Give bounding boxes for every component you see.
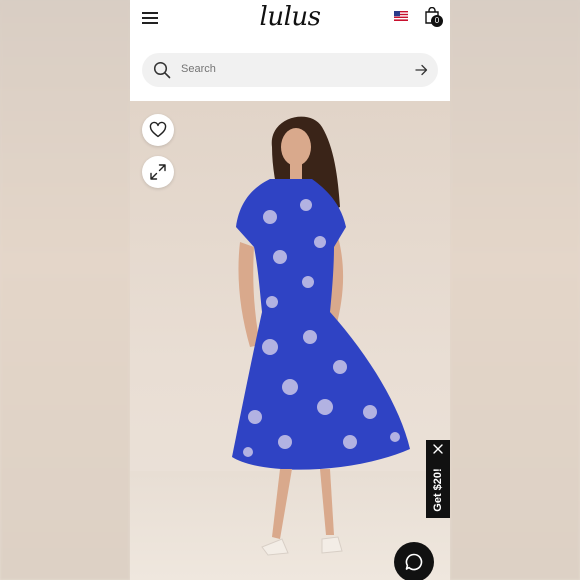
search-input[interactable] xyxy=(181,63,401,75)
zoom-button[interactable] xyxy=(142,156,174,188)
close-icon[interactable] xyxy=(433,444,443,454)
cart-count-badge: 0 xyxy=(431,15,443,27)
model-illustration xyxy=(232,116,410,556)
mobile-page: lulus 0 Search Get $20! xyxy=(130,0,450,580)
chat-button[interactable] xyxy=(394,542,434,580)
arrow-right-icon[interactable] xyxy=(415,64,428,76)
search-icon xyxy=(153,61,171,79)
expand-icon xyxy=(150,164,166,180)
heart-icon xyxy=(149,121,167,138)
background-right xyxy=(450,0,580,580)
promo-label: Get $20! xyxy=(432,468,444,512)
chat-icon xyxy=(405,553,423,571)
wishlist-button[interactable] xyxy=(142,114,174,146)
product-image[interactable]: Get $20! xyxy=(130,101,450,580)
us-flag-icon[interactable] xyxy=(394,11,408,21)
background-left xyxy=(0,0,130,580)
search-field[interactable] xyxy=(142,53,438,87)
promo-tab[interactable]: Get $20! xyxy=(426,440,450,518)
search-bar-container xyxy=(130,44,450,101)
site-header: lulus 0 xyxy=(130,0,450,45)
